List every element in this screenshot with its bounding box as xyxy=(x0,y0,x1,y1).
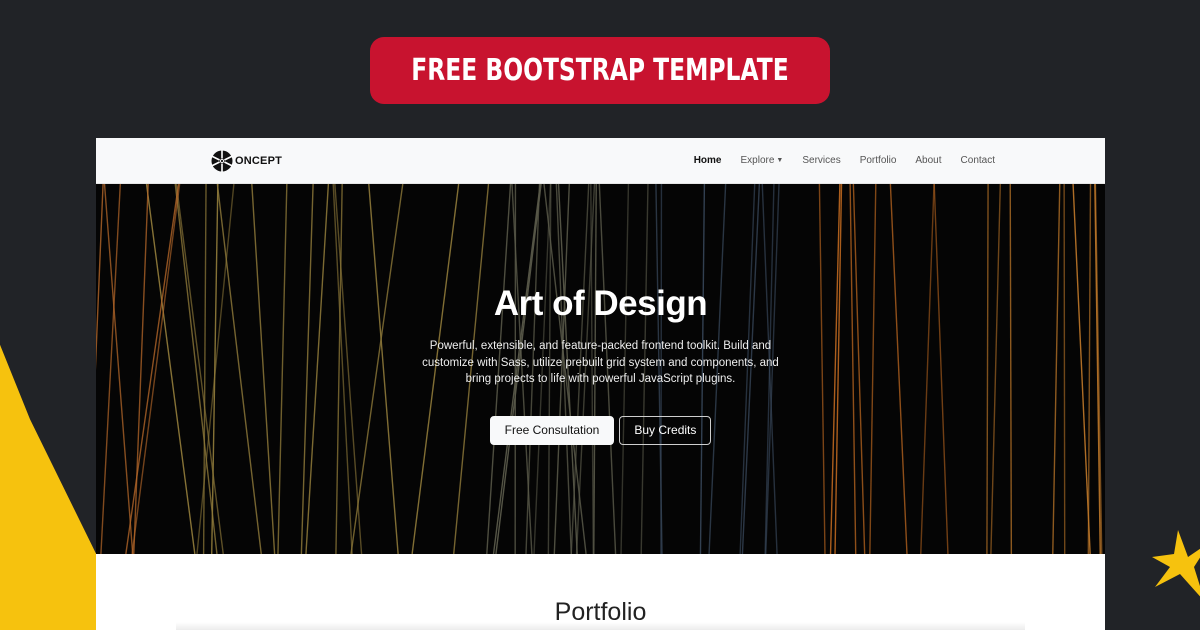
portfolio-card-edge xyxy=(176,622,1025,630)
hero-content: Art of Design Powerful, extensible, and … xyxy=(96,284,1105,445)
free-consultation-button[interactable]: Free Consultation xyxy=(489,415,615,445)
hero-title: Art of Design xyxy=(493,284,708,323)
nav-explore[interactable]: Explore ▼ xyxy=(741,155,784,166)
star-icon xyxy=(1152,530,1200,597)
hero-buttons: Free Consultation Buy Credits xyxy=(96,415,1105,445)
nav-explore-label: Explore xyxy=(740,155,775,166)
hero-section: Art of Design Powerful, extensible, and … xyxy=(96,184,1105,554)
film-reel-icon xyxy=(211,149,233,172)
hero-description: Powerful, extensible, and feature-packed… xyxy=(422,340,779,385)
nav-portfolio[interactable]: Portfolio xyxy=(860,155,897,166)
nav-home[interactable]: Home xyxy=(694,155,722,166)
nav-contact[interactable]: Contact xyxy=(961,155,995,166)
banner-label: FREE BOOTSTRAP TEMPLATE xyxy=(411,53,789,88)
brand-logo[interactable]: ONCEPT xyxy=(211,149,283,172)
brand-name: ONCEPT xyxy=(235,154,283,167)
nav-about[interactable]: About xyxy=(915,155,941,166)
portfolio-section: Portfolio xyxy=(96,554,1105,627)
navbar: ONCEPT Home Explore ▼ Services Portfolio … xyxy=(96,138,1105,184)
nav-menu: Home Explore ▼ Services Portfolio About C… xyxy=(694,155,995,166)
template-banner: FREE BOOTSTRAP TEMPLATE xyxy=(370,37,830,104)
nav-services[interactable]: Services xyxy=(802,155,840,166)
website-preview: ONCEPT Home Explore ▼ Services Portfolio … xyxy=(96,138,1105,630)
buy-credits-button[interactable]: Buy Credits xyxy=(619,415,712,445)
decorative-yellow-shape xyxy=(0,344,100,630)
caret-down-icon: ▼ xyxy=(776,157,784,164)
